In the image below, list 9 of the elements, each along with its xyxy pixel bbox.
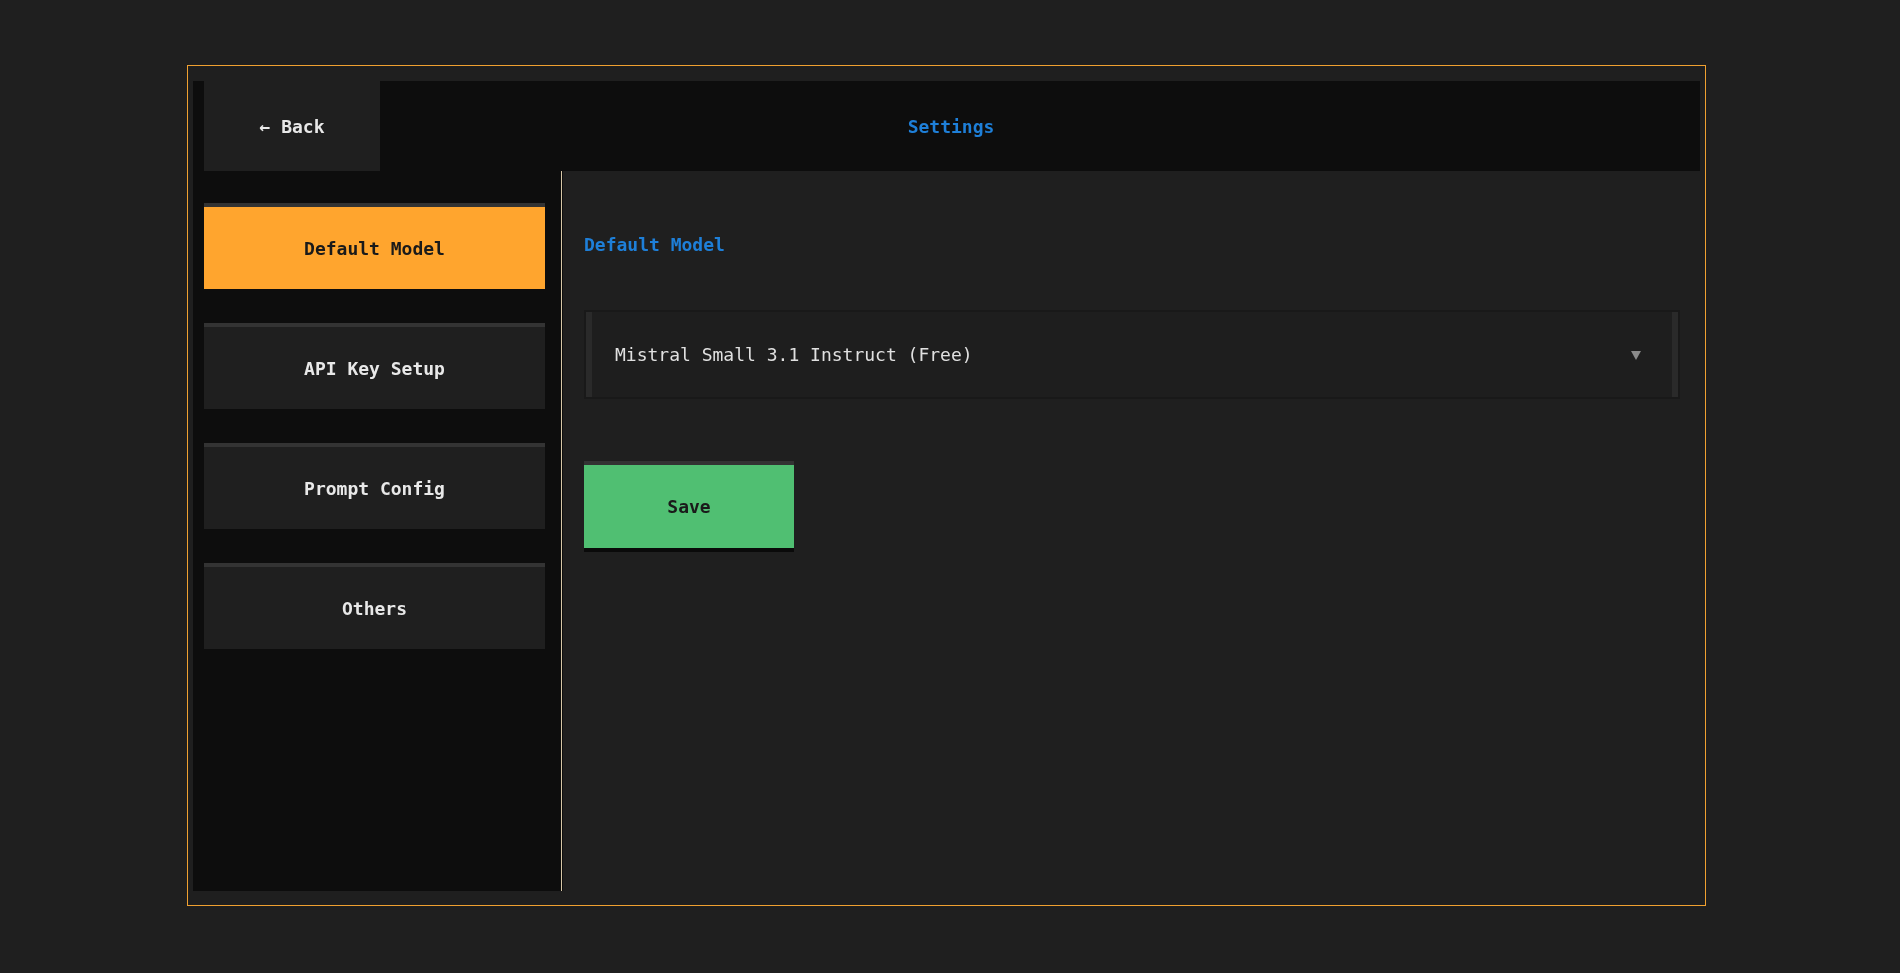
section-heading: Default Model [584, 233, 725, 257]
model-select[interactable]: Mistral Small 3.1 Instruct (Free) [584, 310, 1680, 399]
dropdown-caret-icon [1630, 348, 1642, 361]
sidebar-tab[interactable]: API Key Setup [204, 323, 545, 409]
page-title: Settings [907, 114, 995, 139]
sidebar-tab[interactable]: Prompt Config [204, 443, 545, 529]
sidebar-tab[interactable]: Default Model [204, 203, 545, 289]
sidebar-tab[interactable]: Others [204, 563, 545, 649]
back-button[interactable]: ← Back [204, 81, 380, 171]
